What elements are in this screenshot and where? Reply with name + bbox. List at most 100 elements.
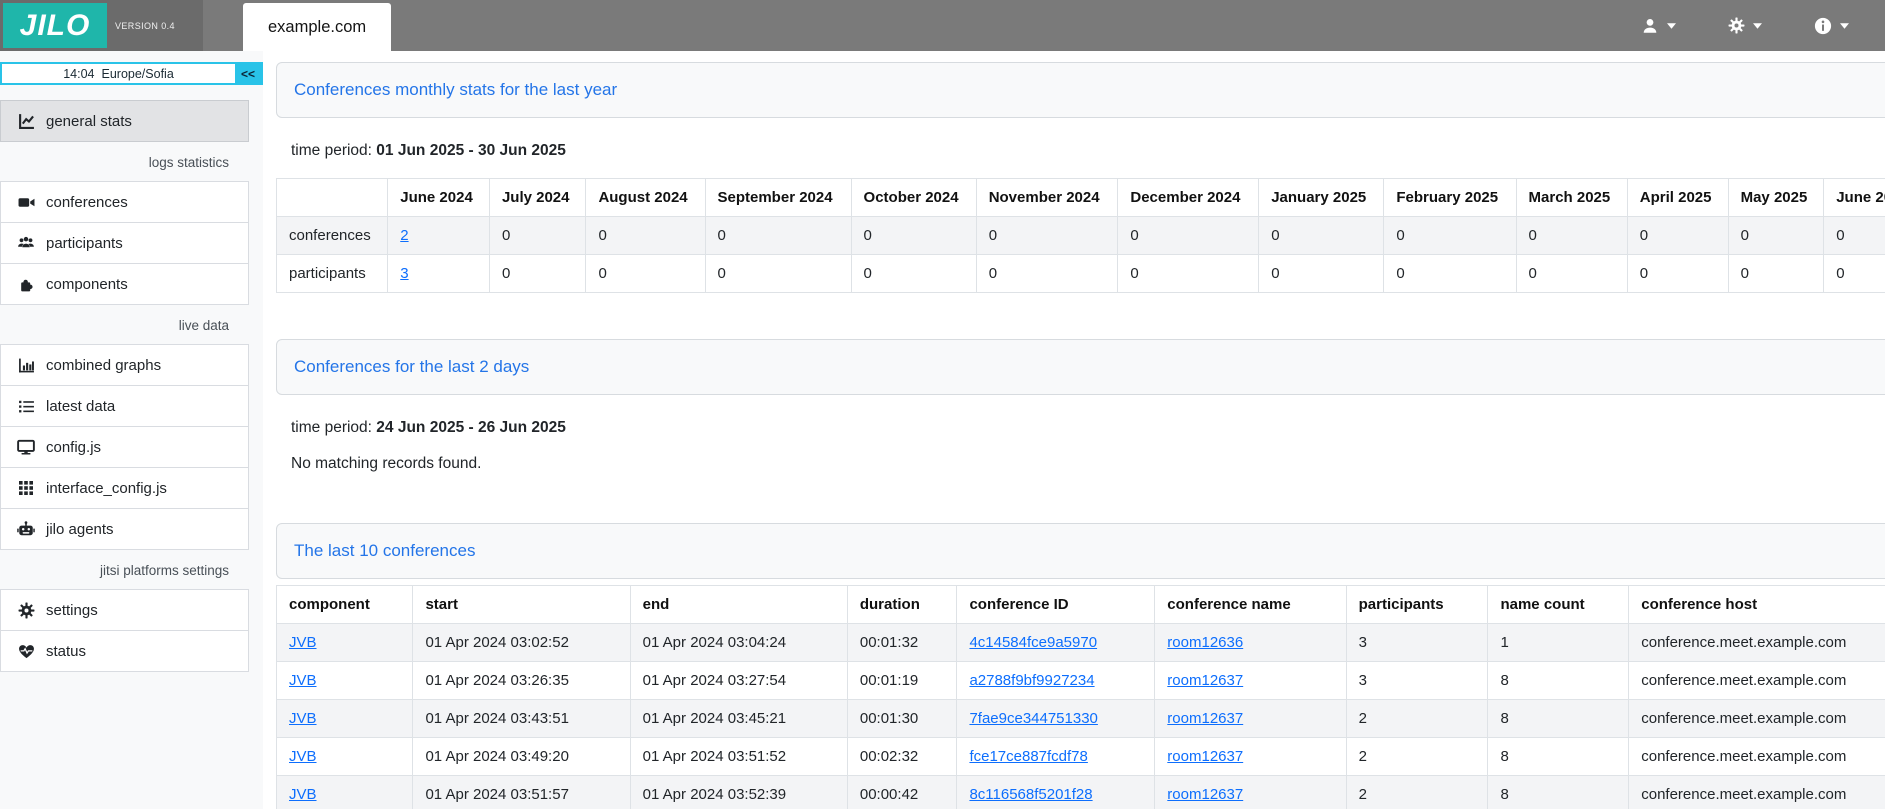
chart-line-icon — [15, 113, 37, 130]
month-value-cell: 0 — [705, 255, 851, 293]
cell-name-count: 1 — [1488, 624, 1629, 662]
cell-conference-id: 8c116568f5201f28 — [957, 776, 1155, 809]
sidebar-item-conferences[interactable]: conferences — [0, 181, 249, 223]
column-header-end: end — [630, 586, 847, 624]
row-label: participants — [277, 255, 388, 293]
month-value-cell: 0 — [1384, 255, 1516, 293]
list-icon — [15, 398, 37, 415]
cell-end: 01 Apr 2024 03:45:21 — [630, 700, 847, 738]
month-value-cell: 0 — [1516, 217, 1627, 255]
info-menu[interactable] — [1814, 17, 1849, 35]
conference-name-link[interactable]: room12637 — [1167, 748, 1243, 765]
sidebar-item-jilo-agents[interactable]: jilo agents — [0, 508, 249, 550]
section-last-two-days-header: Conferences for the last 2 days — [276, 339, 1885, 395]
cell-start: 01 Apr 2024 03:43:51 — [413, 700, 630, 738]
participants-count-link[interactable]: 3 — [400, 265, 408, 282]
cell-start: 01 Apr 2024 03:49:20 — [413, 738, 630, 776]
sidebar-item-combined-graphs[interactable]: combined graphs — [0, 344, 249, 386]
column-header-start: start — [413, 586, 630, 624]
month-value-cell: 0 — [1516, 255, 1627, 293]
month-value-cell: 0 — [1728, 217, 1824, 255]
conferences-count-link[interactable]: 2 — [400, 227, 408, 244]
month-value-cell: 0 — [1259, 217, 1384, 255]
clock-text: 14:04 Europe/Sofia — [2, 64, 235, 83]
section-last-two-days: Conferences for the last 2 days time per… — [276, 339, 1885, 473]
month-column-header: July 2024 — [489, 179, 586, 217]
platform-tab[interactable]: example.com — [243, 3, 391, 51]
sidebar-nav: general statslogs statisticsconferencesp… — [0, 100, 263, 672]
month-value-cell: 0 — [1627, 217, 1728, 255]
cell-conference-name: room12637 — [1155, 738, 1346, 776]
month-value-cell: 0 — [976, 217, 1118, 255]
sidebar-item-interface-config-js[interactable]: interface_config.js — [0, 467, 249, 509]
video-camera-icon — [15, 194, 37, 211]
app-logo[interactable]: JILO — [3, 3, 107, 48]
cell-participants: 2 — [1346, 776, 1488, 809]
sidebar-collapse-button[interactable]: << — [235, 64, 261, 83]
column-header-component: component — [277, 586, 413, 624]
conference-id-link[interactable]: 8c116568f5201f28 — [969, 786, 1092, 803]
month-value-cell: 0 — [705, 217, 851, 255]
month-column-header: September 2024 — [705, 179, 851, 217]
cell-end: 01 Apr 2024 03:52:39 — [630, 776, 847, 809]
cell-conference-host: conference.meet.example.com — [1629, 662, 1885, 700]
time-period-label: time period: — [291, 142, 372, 159]
column-header-duration: duration — [847, 586, 957, 624]
component-link[interactable]: JVB — [289, 748, 317, 765]
cell-conference-host: conference.meet.example.com — [1629, 700, 1885, 738]
cell-conference-host: conference.meet.example.com — [1629, 738, 1885, 776]
component-link[interactable]: JVB — [289, 786, 317, 803]
month-value-cell: 0 — [586, 217, 705, 255]
section-title: Conferences monthly stats for the last y… — [294, 80, 617, 100]
month-column-header: December 2024 — [1118, 179, 1259, 217]
conference-name-link[interactable]: room12637 — [1167, 710, 1243, 727]
sidebar-item-latest-data[interactable]: latest data — [0, 385, 249, 427]
section-title: Conferences for the last 2 days — [294, 357, 529, 377]
sidebar-item-label: jilo agents — [46, 521, 114, 538]
caret-down-icon — [1667, 23, 1676, 29]
column-header-conference-host: conference host — [1629, 586, 1885, 624]
settings-menu[interactable] — [1728, 17, 1762, 34]
cell-conference-id: fce17ce887fcdf78 — [957, 738, 1155, 776]
month-value-cell: 0 — [1627, 255, 1728, 293]
corner-header — [277, 179, 388, 217]
month-column-header: April 2025 — [1627, 179, 1728, 217]
column-header-conference-name: conference name — [1155, 586, 1346, 624]
sidebar-item-status[interactable]: status — [0, 630, 249, 672]
conference-name-link[interactable]: room12637 — [1167, 786, 1243, 803]
conference-id-link[interactable]: fce17ce887fcdf78 — [969, 748, 1087, 765]
cell-component: JVB — [277, 700, 413, 738]
sidebar-item-settings[interactable]: settings — [0, 589, 249, 631]
conference-id-link[interactable]: 7fae9ce344751330 — [969, 710, 1097, 727]
sidebar-item-label: config.js — [46, 439, 101, 456]
sidebar-item-label: components — [46, 276, 128, 293]
component-link[interactable]: JVB — [289, 634, 317, 651]
conference-id-link[interactable]: 4c14584fce9a5970 — [969, 634, 1097, 651]
user-menu[interactable] — [1641, 17, 1676, 35]
sidebar-item-components[interactable]: components — [0, 263, 249, 305]
cell-participants: 3 — [1346, 624, 1488, 662]
month-column-header: August 2024 — [586, 179, 705, 217]
sidebar-item-participants[interactable]: participants — [0, 222, 249, 264]
column-header-participants: participants — [1346, 586, 1488, 624]
grid-icon — [15, 480, 37, 496]
sidebar-item-config-js[interactable]: config.js — [0, 426, 249, 468]
month-column-header: January 2025 — [1259, 179, 1384, 217]
sidebar: 14:04 Europe/Sofia << general statslogs … — [0, 51, 263, 809]
component-link[interactable]: JVB — [289, 672, 317, 689]
table-row: JVB 01 Apr 2024 03:43:5101 Apr 2024 03:45… — [277, 700, 1885, 738]
section-monthly-stats-header: Conferences monthly stats for the last y… — [276, 62, 1885, 118]
component-link[interactable]: JVB — [289, 710, 317, 727]
cell-end: 01 Apr 2024 03:51:52 — [630, 738, 847, 776]
conference-id-link[interactable]: a2788f9bf9927234 — [969, 672, 1094, 689]
puzzle-piece-icon — [15, 276, 37, 293]
sidebar-item-general-stats[interactable]: general stats — [0, 100, 249, 142]
no-records-message: No matching records found. — [291, 455, 1885, 473]
cell-component: JVB — [277, 776, 413, 809]
cell-name-count: 8 — [1488, 662, 1629, 700]
conference-name-link[interactable]: room12636 — [1167, 634, 1243, 651]
caret-down-icon — [1753, 23, 1762, 29]
cell-name-count: 8 — [1488, 700, 1629, 738]
users-icon — [15, 234, 37, 252]
conference-name-link[interactable]: room12637 — [1167, 672, 1243, 689]
